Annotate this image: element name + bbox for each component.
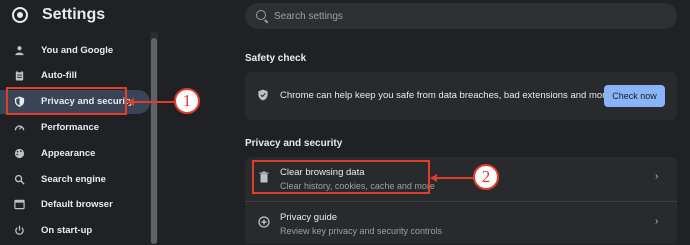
sidebar-item-label: Auto-fill [41,70,77,81]
callout-arrow-line-2 [437,177,473,179]
safety-check-heading: Safety check [245,53,307,64]
scrollbar-thumb[interactable] [151,38,157,244]
safety-shield-icon [258,89,268,101]
palette-icon [14,148,25,159]
top-bar: Settings [0,0,690,32]
sidebar-item-default-browser[interactable]: Default browser [0,193,150,217]
browser-icon [14,199,25,210]
callout-number-1: 1 [174,88,200,114]
search-icon [256,10,266,20]
sidebar-item-label: Appearance [41,148,96,159]
sidebar-item-label: On start-up [41,225,93,236]
sidebar-item-appearance[interactable]: Appearance [0,142,150,166]
safety-check-description: Chrome can help keep you safe from data … [280,90,611,101]
sidebar-item-performance[interactable]: Performance [0,116,150,140]
search-box[interactable] [245,3,677,29]
sidebar-item-label: Performance [41,122,100,133]
clipboard-icon [15,70,24,81]
page-title: Settings [42,6,106,23]
privacy-security-heading: Privacy and security [245,138,343,149]
chrome-logo-icon [12,7,28,23]
main-content: Safety check Chrome can help keep you sa… [160,32,690,244]
callout-arrowhead-1 [127,98,134,106]
sidebar: You and Google Auto-fill Privacy and sec… [0,32,150,244]
chevron-right-icon: › [655,216,659,227]
row-subtitle: Review key privacy and security controls [280,226,443,236]
safety-check-card: Chrome can help keep you safe from data … [245,72,677,120]
row-title: Privacy guide [280,212,338,223]
chevron-right-icon: › [655,171,659,182]
sidebar-item-search-engine[interactable]: Search engine [0,168,150,192]
sidebar-item-you-and-google[interactable]: You and Google [0,39,150,63]
sidebar-item-on-start-up[interactable]: On start-up [0,219,150,243]
speedometer-icon [14,125,25,131]
power-icon [15,225,24,235]
callout-highlight-1 [6,87,127,115]
callout-arrowhead-2 [430,174,437,182]
check-now-button[interactable]: Check now [604,85,665,107]
search-input[interactable] [274,8,654,24]
sidebar-item-label: Default browser [41,199,113,210]
compass-icon [258,216,270,228]
search-icon [14,174,25,185]
callout-highlight-2 [252,160,430,194]
privacy-guide-row[interactable]: Privacy guide Review key privacy and sec… [245,201,677,245]
sidebar-item-label: You and Google [41,45,114,56]
sidebar-item-label: Search engine [41,174,106,185]
callout-arrow-line-1 [134,101,174,103]
callout-number-2: 2 [473,164,499,190]
person-icon [15,46,24,56]
sidebar-item-auto-fill[interactable]: Auto-fill [0,64,150,88]
